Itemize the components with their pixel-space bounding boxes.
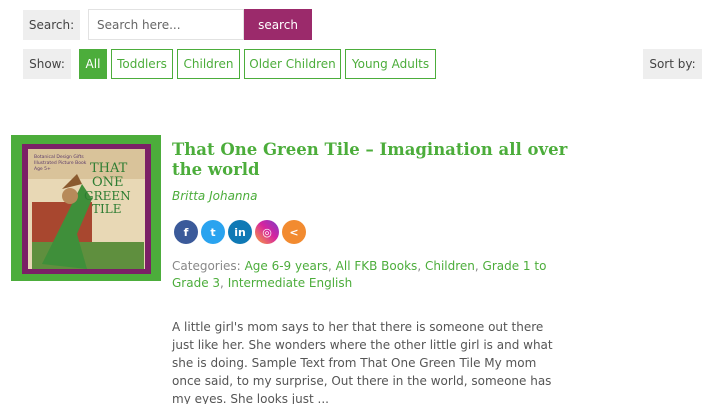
svg-text:Illustrated Picture Book: Illustrated Picture Book [34,160,87,166]
svg-text:TILE: TILE [92,202,121,216]
categories-label: Categories: [172,259,241,273]
filter-older-children-button[interactable]: Older Children [244,49,341,79]
cover-small-text: Botanical Design Gifts [34,154,84,160]
category-link[interactable]: Intermediate English [228,276,353,290]
category-link[interactable]: All FKB Books [336,259,418,273]
filter-children-button[interactable]: Children [177,49,240,79]
book-excerpt: A little girl's mom says to her that the… [172,320,553,404]
search-input[interactable] [88,9,244,40]
filter-young-adults-button[interactable]: Young Adults [345,49,436,79]
filter-all-button[interactable]: All [79,49,107,79]
category-link[interactable]: Children [425,259,475,273]
cover-title-text: THAT [90,161,128,176]
svg-text:Age 5+: Age 5+ [34,166,51,172]
linkedin-icon[interactable]: in [228,220,252,244]
category-link[interactable]: Age 6-9 years [245,259,328,273]
instagram-icon[interactable]: ◎ [255,220,279,244]
book-cover-image: Botanical Design Gifts Illustrated Pictu… [22,144,151,274]
book-categories: Categories: Age 6-9 years, All FKB Books… [172,259,547,290]
book-author-link[interactable]: Britta Johanna [172,189,257,203]
share-icon[interactable]: < [282,220,306,244]
show-label: Show: [23,49,71,79]
book-cover[interactable]: Botanical Design Gifts Illustrated Pictu… [11,135,161,281]
svg-text:ONE: ONE [92,175,124,190]
book-title-link[interactable]: That One Green Tile – Imagination all ov… [172,140,572,180]
svg-text:GREEN: GREEN [84,189,131,203]
filter-toddlers-button[interactable]: Toddlers [111,49,173,79]
search-button[interactable]: search [244,9,312,40]
twitter-icon[interactable]: t [201,220,225,244]
sort-by-dropdown[interactable]: Sort by: [643,49,702,79]
facebook-icon[interactable]: f [174,220,198,244]
search-label: Search: [23,10,80,40]
